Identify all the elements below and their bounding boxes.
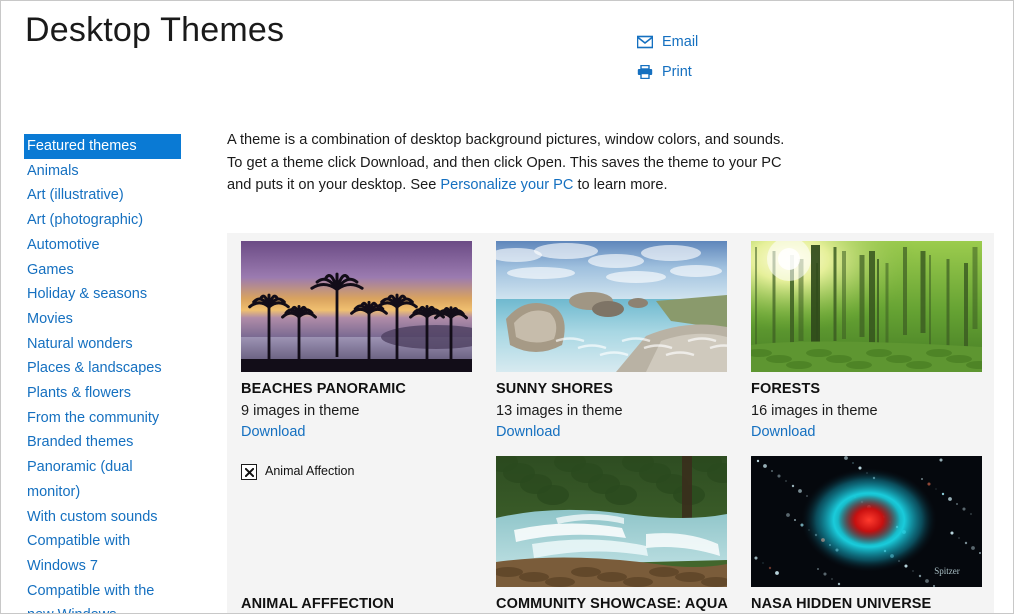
theme-thumbnail[interactable] bbox=[241, 241, 482, 372]
sidebar-item-natural-wonders[interactable]: Natural wonders bbox=[24, 332, 182, 357]
sidebar-item-from-the-community[interactable]: From the community bbox=[24, 406, 182, 431]
sidebar-item-with-custom-sounds[interactable]: With custom sounds bbox=[24, 505, 182, 530]
themes-panel: BEACHES PANORAMIC 9 images in theme Downlo… bbox=[227, 233, 994, 613]
sidebar-item-movies[interactable]: Movies bbox=[24, 307, 182, 332]
theme-card: COMMUNITY SHOWCASE: AQUA 215 images in t… bbox=[496, 456, 737, 613]
theme-card: Animal AffectionANIMAL AFFFECTION14 imag… bbox=[241, 456, 482, 613]
print-link[interactable]: Print bbox=[637, 57, 837, 87]
print-label: Print bbox=[662, 64, 692, 80]
print-icon bbox=[637, 64, 653, 80]
theme-download-link[interactable]: Download bbox=[751, 423, 816, 442]
theme-download-row: Download bbox=[496, 421, 737, 442]
theme-thumbnail[interactable] bbox=[496, 456, 737, 587]
page-title: Desktop Themes bbox=[25, 11, 285, 49]
sidebar-item-art-photographic[interactable]: Art (photographic) bbox=[24, 208, 182, 233]
sidebar-item-branded-themes[interactable]: Branded themes bbox=[24, 430, 182, 455]
sidebar-item-holiday-seasons[interactable]: Holiday & seasons bbox=[24, 282, 182, 307]
theme-title: FORESTS bbox=[751, 381, 821, 397]
intro-text-part2: to learn more. bbox=[573, 177, 668, 193]
theme-download-row: Download bbox=[241, 421, 482, 442]
theme-download-link[interactable]: Download bbox=[241, 423, 306, 442]
email-icon bbox=[636, 35, 654, 49]
sidebar-item-games[interactable]: Games bbox=[24, 258, 182, 283]
sidebar-item-plants-flowers[interactable]: Plants & flowers bbox=[24, 381, 182, 406]
sidebar-item-compatible-with-windows-7[interactable]: Compatible with Windows 7 bbox=[24, 529, 182, 578]
theme-card: SpitzerNASA HIDDEN UNIVERSE14 images in … bbox=[751, 456, 992, 613]
theme-title: ANIMAL AFFFECTION bbox=[241, 596, 395, 612]
theme-card: FORESTS 16 images in theme Download bbox=[751, 241, 992, 442]
category-sidebar: Featured themes Animals Art (illustrative)… bbox=[24, 134, 182, 613]
theme-title: SUNNY SHORES bbox=[496, 381, 613, 397]
theme-thumbnail-broken: Animal Affection bbox=[241, 456, 482, 587]
theme-card: BEACHES PANORAMIC 9 images in theme Downlo… bbox=[241, 241, 482, 442]
sidebar-item-art-illustrative[interactable]: Art (illustrative) bbox=[24, 183, 182, 208]
email-label: Email bbox=[662, 34, 699, 50]
personalize-your-pc-link[interactable]: Personalize your PC bbox=[440, 177, 573, 193]
sidebar-item-animals[interactable]: Animals bbox=[24, 159, 182, 184]
theme-thumbnail[interactable] bbox=[496, 241, 737, 372]
sidebar-item-places-landscapes[interactable]: Places & landscapes bbox=[24, 356, 182, 381]
broken-image-alt-text: Animal Affection bbox=[265, 464, 355, 478]
email-link[interactable]: Email bbox=[636, 27, 837, 57]
theme-download-row: Download bbox=[751, 421, 992, 442]
sidebar-item-featured-themes[interactable]: Featured themes bbox=[24, 134, 181, 159]
broken-image-icon bbox=[241, 464, 257, 480]
sidebar-item-panoramic-dual-monitor[interactable]: Panoramic (dual monitor) bbox=[24, 455, 182, 504]
sidebar-item-automotive[interactable]: Automotive bbox=[24, 233, 182, 258]
theme-card: SUNNY SHORES 13 images in theme Download bbox=[496, 241, 737, 442]
theme-download-link[interactable]: Download bbox=[496, 423, 561, 442]
theme-thumbnail[interactable] bbox=[751, 241, 992, 372]
theme-title: NASA HIDDEN UNIVERSE bbox=[751, 596, 932, 612]
theme-title: BEACHES PANORAMIC bbox=[241, 381, 406, 397]
sidebar-item-compatible-with-the-new-windows[interactable]: Compatible with the new Windows bbox=[24, 579, 182, 613]
theme-image-count: 13 images in theme bbox=[496, 403, 623, 419]
theme-thumbnail[interactable]: Spitzer bbox=[751, 456, 992, 587]
share-tools: Email Print bbox=[636, 27, 837, 87]
themes-grid: BEACHES PANORAMIC 9 images in theme Downlo… bbox=[227, 233, 994, 613]
theme-image-count: 16 images in theme bbox=[751, 403, 878, 419]
theme-title: COMMUNITY SHOWCASE: AQUA 2 bbox=[496, 596, 728, 612]
theme-image-count: 9 images in theme bbox=[241, 403, 360, 419]
svg-text:Spitzer: Spitzer bbox=[934, 566, 960, 576]
desktop-themes-page: Desktop Themes Email Print Featured them… bbox=[0, 0, 1014, 614]
intro-paragraph: A theme is a combination of desktop back… bbox=[227, 129, 792, 197]
